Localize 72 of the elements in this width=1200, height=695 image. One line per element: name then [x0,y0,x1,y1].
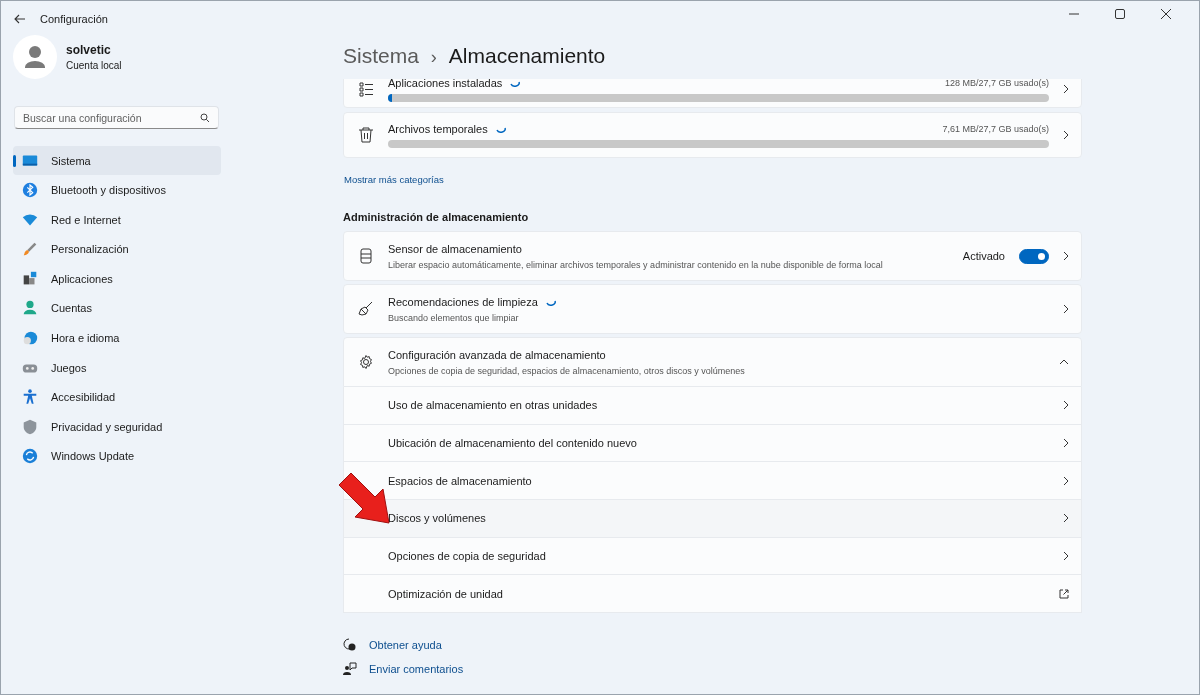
sidebar-item[interactable]: Juegos [13,353,221,383]
breadcrumb-separator: › [430,46,437,68]
expander-item[interactable]: Uso de almacenamiento en otras unidades [343,387,1082,425]
category-card[interactable]: Aplicaciones instaladas 128 MB/27,7 GB usado(s) [343,79,1082,108]
sidebar-item[interactable]: Personalización [13,234,221,264]
sidebar-item[interactable]: Aplicaciones [13,264,221,294]
search-field[interactable]: Buscar una configuración [14,106,219,129]
sidebar-item[interactable]: Bluetooth y dispositivos [13,175,221,205]
account-type: Cuenta local [66,60,122,71]
sidebar-item[interactable]: Sistema [13,146,221,175]
section-heading: Administración de almacenamiento [343,211,530,223]
expander-header[interactable]: Configuración avanzada de almacenamiento Opciones de copia de seguridad, espacios de almacenamiento, otros discos y volúmenes [343,337,1082,387]
account-name: solvetic [66,43,112,57]
category-icon [21,181,39,200]
window-title: Configuración [40,13,108,25]
sidebar-item[interactable]: Red e Internet [13,205,221,235]
setting-title: Recomendaciones de limpieza [388,295,538,308]
setting-description: Buscando elementos que limpiar [388,312,520,323]
sidebar-item[interactable]: Windows Update [13,441,221,471]
usage-text: 7,61 MB/27,7 GB usado(s) [942,123,1049,134]
category-label: Aplicaciones instaladas [388,79,503,89]
setting-title: Configuración avanzada de almacenamiento [388,348,607,361]
gear-icon [358,354,374,370]
setting-card[interactable]: Recomendaciones de limpieza Buscando elementos que limpiar [343,284,1082,334]
broom-icon [358,301,374,317]
setting-title: Sensor de almacenamiento [388,242,522,255]
footer-link[interactable]: Enviar comentarios [369,663,464,676]
back-icon[interactable] [14,14,26,24]
expander-item[interactable]: Opciones de copia de seguridad [343,537,1082,576]
footer-link[interactable]: Obtener ayuda [369,639,442,652]
more-categories-link[interactable]: Mostrar más categorías [344,174,1082,185]
external-link-icon [1059,588,1069,599]
chevron-right-icon [1063,400,1069,411]
expander-item[interactable]: Discos y volúmenes [343,500,1082,538]
usage-text: 128 MB/27,7 GB usado(s) [944,79,1049,88]
expander-item[interactable]: Optimización de unidad [343,575,1082,614]
chevron-up-icon [1059,359,1069,365]
sidebar-item[interactable]: Privacidad y seguridad [13,412,221,442]
trash-icon [358,127,374,143]
maximize-icon[interactable] [1115,9,1125,19]
chevron-right-icon [1063,513,1069,524]
toggle-switch[interactable] [1019,248,1049,264]
expander-item[interactable]: Espacios de almacenamiento [343,462,1082,501]
chevron-right-icon [1063,475,1069,486]
sidebar-item[interactable]: Hora e idioma [13,323,221,353]
category-card[interactable]: Archivos temporales 7,61 MB/27,7 GB usado(s) [343,112,1082,158]
sidebar-item[interactable]: Cuentas [13,293,221,323]
category-icon [21,447,39,466]
feedback-icon [343,662,357,677]
help-icon [343,638,357,653]
chevron-right-icon [1063,304,1069,314]
breadcrumb-parent[interactable]: Sistema [343,45,419,67]
category-icon [21,388,39,407]
close-icon[interactable] [1161,9,1171,19]
search-icon [200,113,210,123]
toggle-label: Activado [962,250,1005,262]
chevron-right-icon [1063,551,1069,562]
avatar-icon [13,35,57,79]
setting-card[interactable]: Sensor de almacenamiento Liberar espacio automáticamente, eliminar archivos temporales y administrar contenido en la nube disponible de forma local Activado [343,231,1082,281]
chevron-right-icon [1063,84,1069,94]
setting-description: Liberar espacio automáticamente, eliminar archivos temporales y administrar contenido en la nube disponible de forma local [388,259,884,270]
setting-description: Opciones de copia de seguridad, espacios de almacenamiento, otros discos y volúmenes [388,365,746,376]
category-icon [21,417,39,436]
drive-icon [358,248,374,264]
expander-item[interactable]: Ubicación de almacenamiento del contenido nuevo [343,424,1082,463]
chevron-right-icon [1063,130,1069,140]
chevron-right-icon [1063,251,1069,261]
chevron-right-icon [1063,438,1069,449]
list-icon [358,81,374,97]
sidebar-item[interactable]: Accesibilidad [13,382,221,412]
category-label: Archivos temporales [388,122,488,135]
page-title: Almacenamiento [448,45,606,67]
